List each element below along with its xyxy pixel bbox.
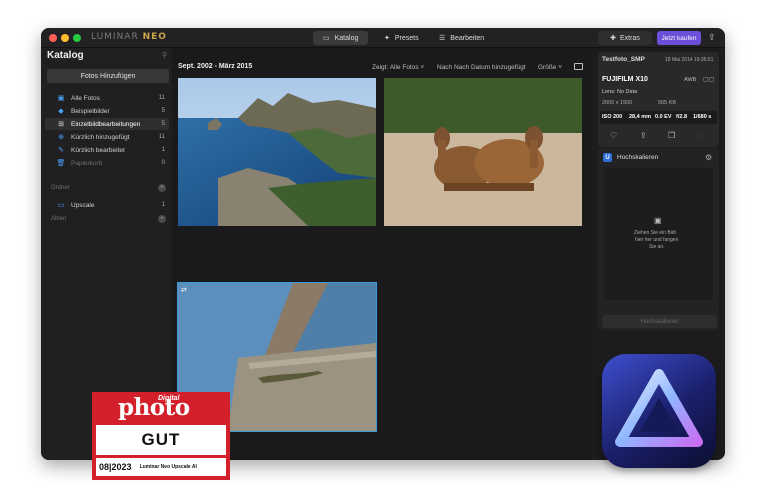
add-album-button[interactable]: + xyxy=(158,215,166,223)
add-folder-button[interactable]: + xyxy=(158,184,166,192)
close-window-button[interactable] xyxy=(49,34,57,42)
upscale-logo-icon: U xyxy=(603,153,612,162)
presets-icon: ✦ xyxy=(384,35,390,42)
filename-label: Testfoto_SMP xyxy=(602,56,645,63)
capture-date-label: 18 Mai 2014 16:35:51 xyxy=(665,57,714,63)
white-balance: AWB xyxy=(684,77,697,83)
buy-now-button[interactable]: Jetzt kaufen xyxy=(657,31,701,45)
shutter-value: 1/680 s xyxy=(693,114,712,120)
sliders-icon: ☰ xyxy=(439,35,446,42)
minimize-window-button[interactable] xyxy=(61,34,69,42)
focal-length: 28,4 mm xyxy=(629,114,652,120)
upscale-title: Hochskalieren xyxy=(617,154,659,161)
size-dropdown[interactable]: Größe ˅ xyxy=(538,64,562,71)
graduation-cap-icon: ◆ xyxy=(58,108,64,115)
sidebar-item-recently-added[interactable]: ⊕ Kürzlich hinzugefügt 11 xyxy=(45,131,169,143)
trash-icon: 🗑 xyxy=(56,160,66,167)
export-icon[interactable]: ⇪ xyxy=(640,131,647,140)
folder-icon: ▭ xyxy=(57,202,65,209)
lens-info: Lens: No Data xyxy=(602,89,638,95)
coast-image xyxy=(178,78,376,226)
triangle-logo-icon xyxy=(615,369,703,447)
sidebar-item-sample-images[interactable]: ◆ Beispielbilder 5 xyxy=(45,105,169,117)
sort-dropdown[interactable]: Nach Nach Datum hinzugefügt xyxy=(437,64,526,71)
tab-presets[interactable]: ✦ Presets xyxy=(374,31,429,45)
iso-value: ISO 200 xyxy=(602,114,623,120)
more-options-icon[interactable]: ◌ xyxy=(698,131,703,140)
tab-bearbeiten[interactable]: ☰ Bearbeiten xyxy=(429,31,494,45)
aperture-value: f/2.8 xyxy=(676,114,688,120)
app-logo: LUMINAR NEO xyxy=(91,32,167,42)
folder-icon: ▭ xyxy=(323,35,330,42)
exposure-value: 0.0 EV xyxy=(655,114,672,120)
edited-badge-icon: ⇄ xyxy=(181,287,187,294)
sidebar-item-recently-edited[interactable]: ✎ Kürzlich bearbeitet 1 xyxy=(45,144,169,156)
add-photos-button[interactable]: Fotos Hinzufügen xyxy=(47,69,169,83)
recent-edited-icon: ✎ xyxy=(58,147,64,154)
search-icon[interactable]: ⚲ xyxy=(162,51,167,59)
extras-button[interactable]: ✚ Extras xyxy=(598,31,652,45)
albums-section-label: Alben xyxy=(51,216,67,222)
photo-thumbnail-coast[interactable] xyxy=(178,78,376,226)
raw-icon: ▢▢ xyxy=(703,77,715,83)
folders-section-label: Ordner xyxy=(51,185,70,191)
sidebar-item-single-edits[interactable]: ⊞ Einzelbildbearbeitungen 5 xyxy=(45,118,169,130)
title-bar: LUMINAR NEO ▭ Katalog ✦ Presets ☰ Bearbe… xyxy=(41,28,725,48)
badge-issue: 08|2023 xyxy=(99,462,132,472)
zoom-window-button[interactable] xyxy=(73,34,81,42)
badge-product: Luminar Neo Upscale AI xyxy=(139,464,197,470)
sidebar-item-all-photos[interactable]: ▣ Alle Fotos 11 xyxy=(45,92,169,104)
photos-icon: ▣ xyxy=(57,95,65,102)
luminar-neo-app-icon xyxy=(602,354,716,468)
catalog-grid: Sept. 2002 - März 2015 Zeigt: Alle Fotos… xyxy=(172,48,592,460)
upscale-button[interactable]: Hochskalieren xyxy=(602,315,717,328)
grid-icon: ⊞ xyxy=(58,121,64,128)
upscale-panel: U Hochskalieren ⚙ ▣ Ziehen Sie ein Bild … xyxy=(598,148,719,330)
drop-hint-line-3: Sie an. xyxy=(649,244,665,250)
sidebar-item-upscale-folder[interactable]: ▭ Upscale 1 xyxy=(45,199,169,211)
recent-added-icon: ⊕ xyxy=(58,134,64,141)
duplicate-icon[interactable]: ❐ xyxy=(668,131,675,140)
filesize-info: 565 KB xyxy=(658,100,677,106)
share-icon[interactable]: ⇪ xyxy=(708,32,716,43)
favorite-icon[interactable]: ♡ xyxy=(610,131,617,140)
image-drop-icon: ▣ xyxy=(654,216,662,225)
filter-show-dropdown[interactable]: Zeigt: Alle Fotos ˅ xyxy=(372,64,424,71)
settings-gear-icon[interactable]: ⚙ xyxy=(705,153,712,162)
camera-model: FUJIFILM X10 xyxy=(602,76,648,83)
photo-info-card: Testfoto_SMP 18 Mai 2014 16:35:51 FUJIFI… xyxy=(598,52,719,147)
test-award-badge: Digital photo GUT 08|2023 Luminar Neo Up… xyxy=(92,392,230,480)
date-range-label: Sept. 2002 - März 2015 xyxy=(178,63,253,70)
badge-brand: photo xyxy=(118,394,190,421)
drop-hint-line-1: Ziehen Sie ein Bild xyxy=(634,230,676,236)
dimensions-info: 2000 x 1500 xyxy=(602,100,633,106)
camels-image xyxy=(384,78,582,226)
badge-footer: 08|2023 Luminar Neo Upscale AI xyxy=(96,458,226,476)
photo-thumbnail-camels[interactable] xyxy=(384,78,582,226)
drop-hint-line-2: hier her und fangen xyxy=(635,237,679,243)
puzzle-icon: ✚ xyxy=(610,35,617,42)
badge-rating-box: GUT xyxy=(96,425,226,455)
badge-rating: GUT xyxy=(141,430,181,449)
sidebar-title: Katalog xyxy=(47,50,84,61)
panel-toggle-icon[interactable] xyxy=(574,63,583,70)
sidebar-item-trash[interactable]: 🗑 Papierkorb 0 xyxy=(45,157,169,169)
tab-katalog[interactable]: ▭ Katalog xyxy=(313,31,369,45)
